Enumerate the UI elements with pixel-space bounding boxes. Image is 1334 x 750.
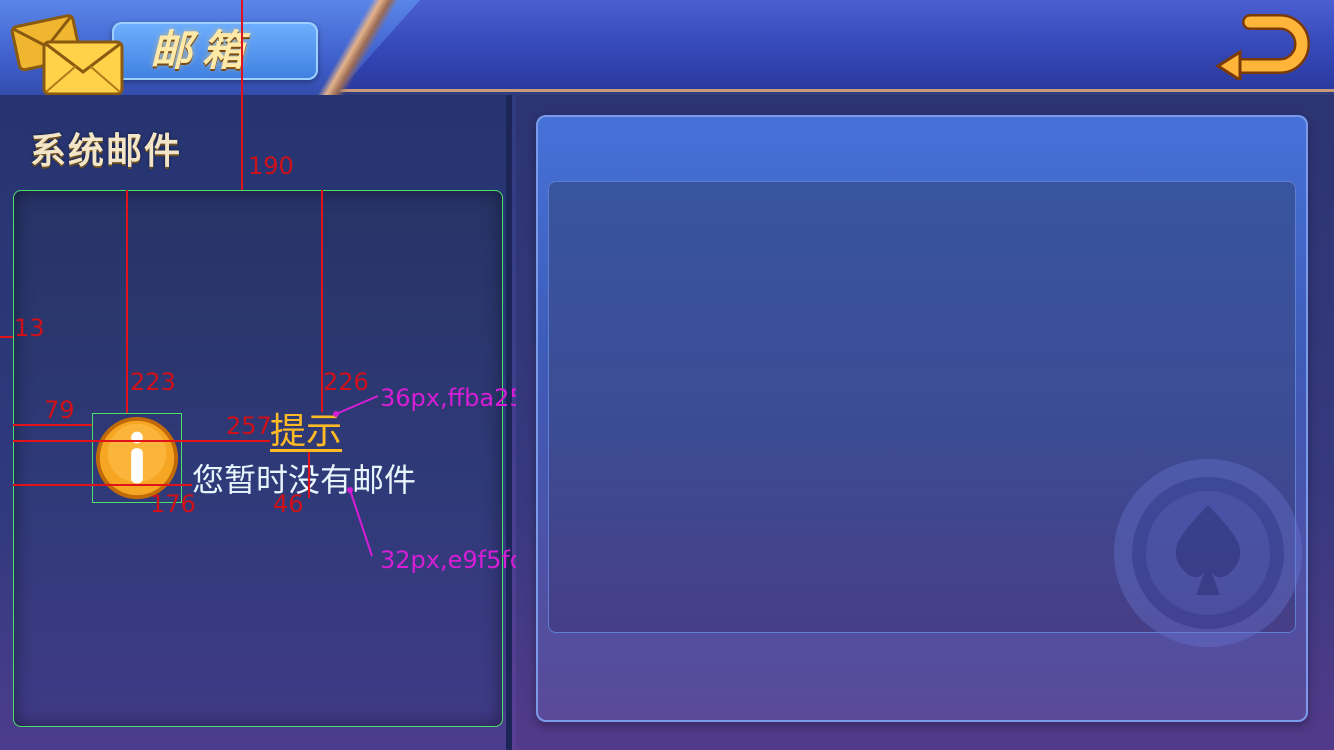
measure-line-icon-left <box>13 424 92 426</box>
measure-label-226: 226 <box>323 368 369 396</box>
measure-label-79: 79 <box>44 396 75 424</box>
style-note-message: 32px,e9f5fd <box>380 546 526 574</box>
mail-list-box[interactable] <box>13 190 503 727</box>
measure-line-message-gap <box>308 452 310 498</box>
poker-chip-decor-icon <box>1114 459 1302 647</box>
section-title: 系统邮件 <box>30 131 183 172</box>
measure-label-223: 223 <box>130 368 176 396</box>
empty-hint-message: 您暂时没有邮件 <box>192 461 417 499</box>
page-title: 邮箱 <box>150 26 255 75</box>
measure-line-title-left <box>13 440 270 442</box>
measure-label-13: 13 <box>14 314 45 342</box>
mail-envelope-icon <box>10 14 124 96</box>
back-arrow-icon[interactable] <box>1214 8 1310 80</box>
measure-label-46: 46 <box>273 490 304 518</box>
measure-line-top <box>241 0 243 190</box>
header-edge-decor <box>300 0 420 104</box>
empty-hint-title: 提示 <box>270 411 343 452</box>
measure-label-257: 257 <box>226 412 272 440</box>
measure-label-176: 176 <box>150 490 196 518</box>
measure-line-left <box>0 336 13 338</box>
measure-label-190: 190 <box>248 152 294 180</box>
measure-line-icon-top <box>126 190 128 413</box>
measure-line-message-left <box>13 484 192 486</box>
